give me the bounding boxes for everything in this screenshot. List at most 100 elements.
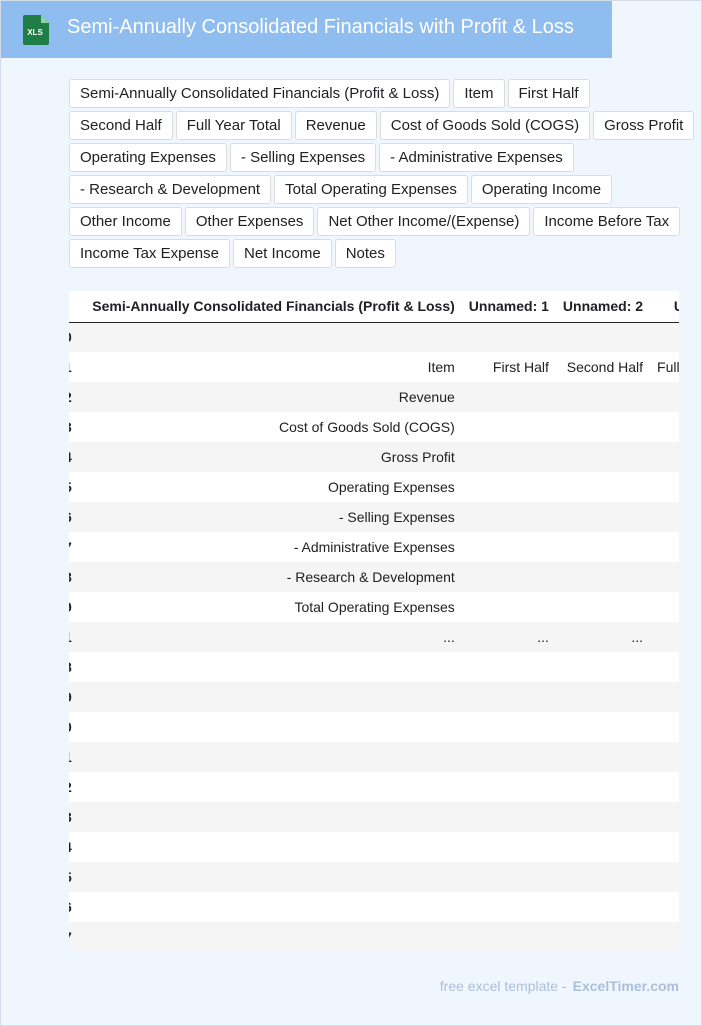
- table-cell: [650, 682, 679, 712]
- table-cell: [555, 832, 651, 862]
- table-cell: [461, 892, 556, 922]
- table-row: 2Revenue: [69, 382, 679, 412]
- table-cell: [555, 772, 651, 802]
- column-tag[interactable]: Semi-Annually Consolidated Financials (P…: [69, 79, 451, 108]
- table-cell: [461, 772, 556, 802]
- table-cell: First Half: [461, 352, 556, 382]
- table-cell: [555, 742, 651, 772]
- table-cell: Operating Expenses: [71, 472, 462, 502]
- table-cell: ...: [555, 622, 651, 652]
- table-cell: [555, 712, 651, 742]
- column-tag[interactable]: Other Expenses: [184, 207, 315, 236]
- table-cell: [555, 472, 651, 502]
- table-cell: [461, 922, 556, 952]
- svg-text:XLS: XLS: [27, 28, 43, 37]
- table-cell: [555, 502, 651, 532]
- table-cell: [555, 442, 651, 472]
- table-cell: [71, 832, 462, 862]
- column-tag[interactable]: First Half: [507, 79, 590, 108]
- table-row: 0: [69, 322, 679, 352]
- data-table-container[interactable]: Semi-Annually Consolidated Financials (P…: [69, 291, 679, 952]
- table-cell: [71, 922, 462, 952]
- table-row: 9Total Operating Expenses: [69, 592, 679, 622]
- column-tag-list: Semi-Annually Consolidated Financials (P…: [69, 79, 699, 271]
- column-tag[interactable]: Income Tax Expense: [69, 239, 230, 268]
- column-tag[interactable]: Other Income: [69, 207, 182, 236]
- page-title: Semi-Annually Consolidated Financials wi…: [67, 16, 574, 38]
- table-cell: [650, 502, 679, 532]
- column-tag[interactable]: - Selling Expenses: [229, 143, 377, 172]
- table-cell: [461, 682, 556, 712]
- table-cell: - Selling Expenses: [71, 502, 462, 532]
- footer-text: free excel template -: [439, 978, 567, 994]
- table-cell: [71, 682, 462, 712]
- column-tag[interactable]: Operating Income: [470, 175, 613, 204]
- column-tag[interactable]: Net Other Income/(Expense): [317, 207, 531, 236]
- column-tag[interactable]: Notes: [334, 239, 396, 268]
- table-cell: [650, 832, 679, 862]
- table-cell: [555, 382, 651, 412]
- table-row: 6: [69, 892, 679, 922]
- table-cell: Cost of Goods Sold (COGS): [71, 412, 462, 442]
- table-cell: Second Half: [555, 352, 651, 382]
- table-cell: [650, 802, 679, 832]
- column-tag[interactable]: - Administrative Expenses: [379, 143, 574, 172]
- table-cell: [71, 772, 462, 802]
- table-row: 6- Selling Expenses: [69, 502, 679, 532]
- table-cell: [71, 712, 462, 742]
- table-row: 7: [69, 922, 679, 952]
- table-row: 8- Research & Development: [69, 562, 679, 592]
- table-cell: [555, 862, 651, 892]
- table-row: 1: [69, 742, 679, 772]
- column-tag[interactable]: Full Year Total: [175, 111, 292, 140]
- data-table: Semi-Annually Consolidated Financials (P…: [69, 291, 679, 952]
- table-cell: [461, 832, 556, 862]
- table-cell: [461, 862, 556, 892]
- column-header: Un: [650, 291, 679, 323]
- table-cell: [461, 742, 556, 772]
- table-cell: [461, 592, 556, 622]
- table-cell: [650, 742, 679, 772]
- table-cell: [461, 412, 556, 442]
- table-cell: Full Y: [650, 352, 679, 382]
- column-tag[interactable]: Net Income: [232, 239, 332, 268]
- table-cell: Revenue: [71, 382, 462, 412]
- table-cell: [461, 802, 556, 832]
- page-header: XLS Semi-Annually Consolidated Financial…: [1, 1, 612, 58]
- table-cell: [461, 502, 556, 532]
- footer: free excel template - ExcelTimer.com: [440, 978, 679, 994]
- column-tag[interactable]: Cost of Goods Sold (COGS): [379, 111, 591, 140]
- table-cell: Total Operating Expenses: [71, 592, 462, 622]
- table-cell: [71, 892, 462, 922]
- xls-file-icon: XLS: [23, 15, 49, 45]
- table-row: 8: [69, 652, 679, 682]
- column-tag[interactable]: Gross Profit: [593, 111, 695, 140]
- footer-brand-link[interactable]: ExcelTimer.com: [573, 978, 679, 994]
- table-row: 4Gross Profit: [69, 442, 679, 472]
- table-row: 9: [69, 682, 679, 712]
- table-cell: [555, 322, 651, 352]
- table-cell: [461, 382, 556, 412]
- column-tag[interactable]: Second Half: [69, 111, 173, 140]
- table-row: 5: [69, 862, 679, 892]
- column-tag[interactable]: Total Operating Expenses: [274, 175, 468, 204]
- column-tag[interactable]: Item: [453, 79, 505, 108]
- table-cell: - Research & Development: [71, 562, 462, 592]
- table-cell: [650, 712, 679, 742]
- table-row: 3Cost of Goods Sold (COGS): [69, 412, 679, 442]
- table-row: 1ItemFirst HalfSecond HalfFull Y: [69, 352, 679, 382]
- table-cell: [461, 652, 556, 682]
- column-tag[interactable]: - Research & Development: [69, 175, 272, 204]
- column-tag[interactable]: Revenue: [294, 111, 377, 140]
- column-tag[interactable]: Operating Expenses: [69, 143, 227, 172]
- table-cell: [461, 562, 556, 592]
- table-cell: [555, 532, 651, 562]
- table-cell: [650, 772, 679, 802]
- table-cell: [650, 592, 679, 622]
- table-cell: [71, 322, 462, 352]
- table-cell: [71, 862, 462, 892]
- table-cell: - Administrative Expenses: [71, 532, 462, 562]
- column-tag[interactable]: Income Before Tax: [533, 207, 681, 236]
- table-cell: [555, 562, 651, 592]
- table-cell: [650, 862, 679, 892]
